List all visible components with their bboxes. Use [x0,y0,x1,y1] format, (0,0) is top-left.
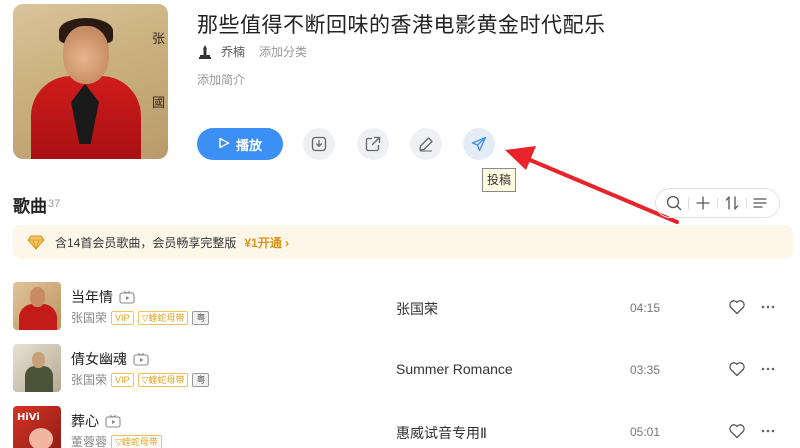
song-name-row: 倩女幽魂 [71,349,149,369]
song-thumb[interactable]: HiVi [13,406,61,448]
add-intro-link[interactable]: 添加简介 [197,71,245,88]
vip-diamond-icon [27,235,45,251]
vip-tag: VIP [111,372,134,387]
master-quality-tag: ▽蝰蛇母带 [111,434,162,448]
mv-icon[interactable] [105,414,121,428]
cover-side-text: 张 國 榮 [152,8,166,159]
song-row[interactable]: 倩女幽魂 张国荣 VIP ▽蝰蛇母带 粤 Summer Romance 03:3… [0,344,800,398]
play-icon [218,137,230,152]
submit-tooltip: 投稿 [482,168,517,192]
master-quality-tag: ▽蝰蛇母带 [137,372,189,387]
playlist-cover[interactable]: 张 國 榮 [13,4,168,159]
toolbar-divider [688,197,690,209]
song-thumb[interactable] [13,344,61,392]
cover-figure-head [63,26,109,84]
heart-icon[interactable] [728,298,746,316]
edit-button[interactable] [410,128,442,160]
song-meta: 董蓉蓉 ▽蝰蛇母带 [71,433,162,448]
song-meta: 张国荣 VIP ▽蝰蛇母带 粤 [71,371,210,388]
thumb-head [30,287,45,307]
add-icon[interactable] [692,192,714,214]
search-icon[interactable] [663,192,685,214]
thumb-figure [25,366,53,392]
song-meta: 张国荣 VIP ▽蝰蛇母带 粤 [71,309,210,326]
song-duration: 04:15 [630,301,661,315]
songs-count: 37 [48,198,61,210]
playlist-title: 那些值得不断回味的香港电影黄金时代配乐 [197,14,606,37]
edit-icon [419,137,433,152]
heart-icon[interactable] [728,360,746,378]
song-name[interactable]: 当年情 [71,287,113,307]
cover-char-2: 國 [152,96,166,111]
toolbar-divider [745,197,747,209]
cover-char-1: 张 [152,32,166,47]
song-singer[interactable]: 张国荣 [71,309,107,326]
song-singer[interactable]: 董蓉蓉 [71,433,107,448]
share-icon [365,136,381,152]
add-category-link[interactable]: 添加分类 [259,43,307,60]
song-artist-column[interactable]: 惠威试音专用Ⅱ [396,423,487,443]
cantonese-tag: 粤 [192,310,210,325]
submit-icon [471,136,487,152]
thumb-graphic [29,428,53,448]
song-name-row: 葬心 [71,411,121,431]
download-icon [311,136,327,152]
heart-icon[interactable] [728,422,746,440]
creator-avatar-icon[interactable] [197,44,213,60]
share-button[interactable] [357,128,389,160]
song-row[interactable]: HiVi 葬心 董蓉蓉 ▽蝰蛇母带 惠威试音专用Ⅱ 05:01 [0,406,800,448]
vip-open-link[interactable]: ¥1开通 › [244,234,289,251]
song-name[interactable]: 倩女幽魂 [71,349,127,369]
submit-button[interactable] [463,128,495,160]
songs-title: 歌曲 [13,197,47,216]
song-thumb[interactable] [13,282,61,330]
mv-icon[interactable] [119,290,135,304]
play-label: 播放 [235,137,262,153]
thumb-figure [19,304,57,330]
cantonese-tag: 粤 [192,372,210,387]
song-name[interactable]: 葬心 [71,411,99,431]
song-singer[interactable]: 张国荣 [71,371,107,388]
more-icon[interactable] [760,422,776,440]
vip-banner[interactable]: 含14首会员歌曲，会员畅享完整版 ¥1开通 › [13,225,793,259]
creator-row: 乔楠 添加分类 [197,43,307,60]
song-artist-column[interactable]: Summer Romance [396,361,513,377]
download-button[interactable] [303,128,335,160]
sort-icon[interactable] [721,192,743,214]
play-button[interactable]: 播放 [197,128,283,160]
menu-icon[interactable] [749,192,771,214]
song-artist-column[interactable]: 张国荣 [396,299,438,319]
master-quality-tag: ▽蝰蛇母带 [137,310,189,325]
more-icon[interactable] [760,298,776,316]
song-duration: 05:01 [630,425,661,439]
vip-tag: VIP [111,310,134,325]
mv-icon[interactable] [133,352,149,366]
creator-name[interactable]: 乔楠 [221,43,245,60]
song-duration: 03:35 [630,363,661,377]
vip-banner-text: 含14首会员歌曲，会员畅享完整版 [55,235,237,250]
thumb-head [32,352,45,368]
song-toolbar [655,188,780,218]
song-row[interactable]: 当年情 张国荣 VIP ▽蝰蛇母带 粤 张国荣 04:15 [0,282,800,336]
toolbar-divider [716,197,718,209]
song-name-row: 当年情 [71,287,135,307]
more-icon[interactable] [760,360,776,378]
cover-char-3: 榮 [152,136,166,159]
thumb-text: HiVi [17,412,40,423]
